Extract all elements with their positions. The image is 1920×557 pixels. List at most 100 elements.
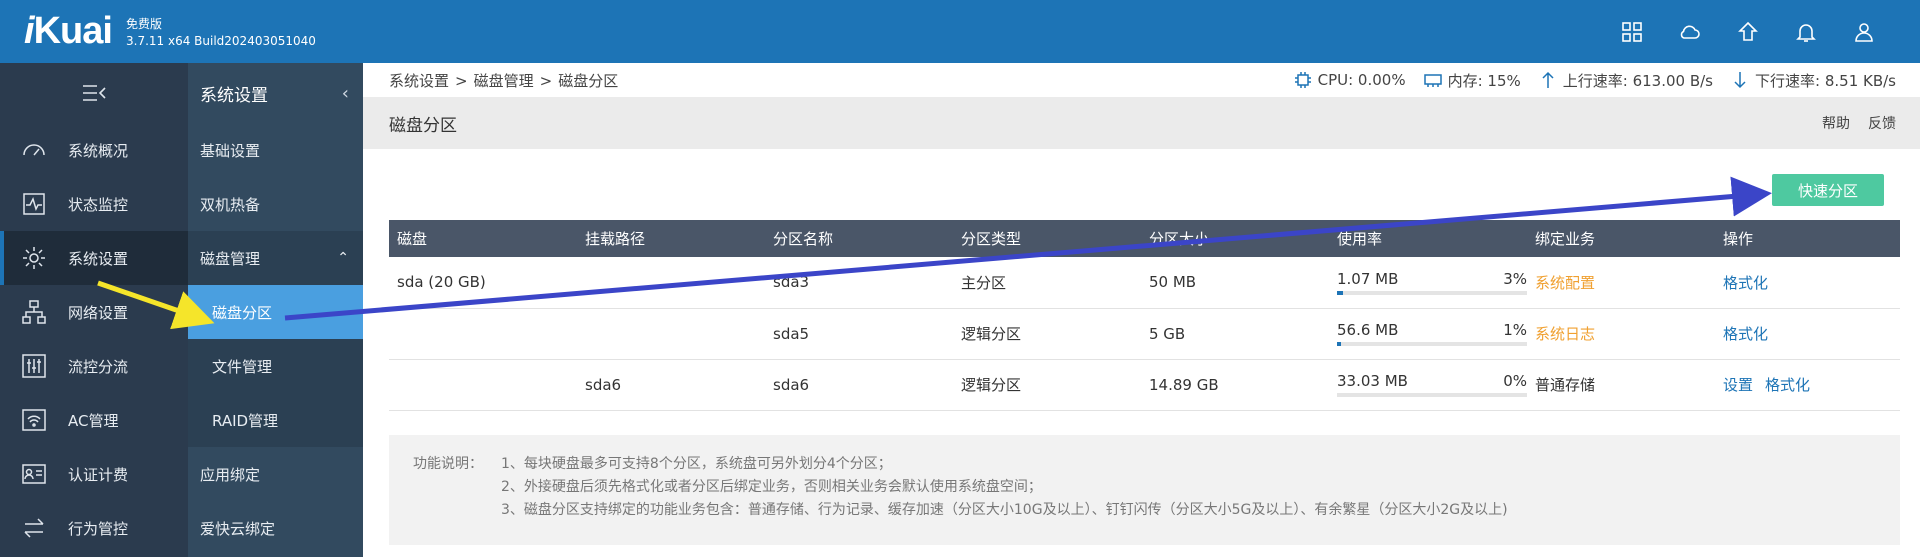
function-notes: 功能说明： 1、每块硬盘最多可支持8个分区，系统盘可另外划分4个分区； 2、外接…: [389, 435, 1900, 545]
usage-bar: [1337, 290, 1527, 295]
subnav-disk[interactable]: 磁盘管理 ⌃: [188, 231, 363, 285]
subnav-file-manage[interactable]: 文件管理: [188, 339, 363, 393]
nav-label: 流控分流: [68, 357, 129, 376]
table-row: sda (20 GB) sda3 主分区 50 MB 1.07 MB 3% 系统配…: [389, 257, 1900, 308]
usage-cell: 33.03 MB 0%: [1329, 359, 1527, 410]
cpu-stat: CPU: 0.00%: [1294, 71, 1406, 89]
notes-label: 功能说明：: [413, 456, 483, 472]
top-header: iKuai 免费版 3.7.11 x64 Build202403051040: [0, 0, 1920, 63]
wifi-icon: [0, 407, 68, 433]
nav-label: 认证计费: [68, 465, 129, 484]
nav-item-auth[interactable]: 认证计费: [0, 447, 188, 501]
nav-item-behavior[interactable]: 行为管控: [0, 501, 188, 555]
id-card-icon: [0, 461, 68, 487]
nav-label: 系统设置: [68, 249, 129, 268]
memory-stat: 内存: 15%: [1423, 70, 1521, 91]
partition-table: 磁盘 挂载路径 分区名称 分区类型 分区大小 使用率 绑定业务 操作 sda (…: [389, 220, 1900, 411]
nav-item-flow-control[interactable]: 流控分流: [0, 339, 188, 393]
breadcrumb: 系统设置 > 磁盘管理 > 磁盘分区: [389, 71, 619, 90]
usage-fill: [1337, 290, 1343, 295]
swap-icon: [0, 515, 68, 541]
format-link[interactable]: 格式化: [1723, 325, 1768, 343]
nav-item-monitor[interactable]: 状态监控: [0, 177, 188, 231]
network-icon: [0, 299, 68, 325]
format-link[interactable]: 格式化: [1723, 274, 1768, 292]
menu-collapse-icon[interactable]: [0, 63, 188, 123]
col-service: 绑定业务: [1535, 230, 1596, 248]
usage-fill: [1337, 342, 1341, 346]
subnav-cloud-bind[interactable]: 爱快云绑定: [188, 501, 363, 555]
secondary-nav: 系统设置 ‹ 基础设置 双机热备 磁盘管理 ⌃ 磁盘分区 文件管理 RAID管理 …: [188, 63, 363, 557]
nav-label: 网络设置: [68, 303, 129, 322]
nav-item-system-settings[interactable]: 系统设置: [0, 231, 188, 285]
upload-stat: 上行速率: 613.00 B/s: [1539, 70, 1713, 91]
nav-item-ac[interactable]: AC管理: [0, 393, 188, 447]
nav-label: 行为管控: [68, 519, 129, 538]
cpu-icon: [1294, 72, 1311, 88]
table-header: 磁盘 挂载路径 分区名称 分区类型 分区大小 使用率 绑定业务 操作: [389, 220, 1900, 257]
edition-label: 免费版: [126, 17, 163, 31]
subnav-ha[interactable]: 双机热备: [188, 177, 363, 231]
note-line: 1、每块硬盘最多可支持8个分区，系统盘可另外划分4个分区；: [501, 456, 892, 472]
gear-icon: [0, 245, 68, 271]
usage-bar: [1337, 393, 1527, 397]
format-link[interactable]: 格式化: [1765, 376, 1810, 394]
col-size: 分区大小: [1149, 230, 1210, 248]
note-line: 2、外接硬盘后须先格式化或者分区后绑定业务，否则相关业务会默认使用系统盘空间；: [501, 479, 1042, 495]
page-title-bar: 磁盘分区 帮助 反馈: [363, 97, 1920, 149]
subnav-basic[interactable]: 基础设置: [188, 123, 363, 177]
service-label: 系统日志: [1535, 325, 1596, 343]
nav-label: 系统概况: [68, 141, 129, 160]
col-type: 分区类型: [961, 230, 1022, 248]
secondary-nav-header: 系统设置 ‹: [188, 63, 363, 123]
apps-icon[interactable]: [1616, 16, 1648, 48]
col-ops: 操作: [1723, 230, 1754, 248]
arrow-up-icon: [1542, 71, 1554, 88]
usage-bar: [1337, 342, 1527, 346]
subnav-app-bind[interactable]: 应用绑定: [188, 447, 363, 501]
service-label: 普通存储: [1535, 376, 1596, 394]
nav-label: AC管理: [68, 411, 119, 430]
user-icon[interactable]: [1848, 16, 1880, 48]
help-link[interactable]: 帮助: [1822, 113, 1850, 133]
chevron-left-icon[interactable]: ‹: [342, 83, 349, 104]
quick-partition-button[interactable]: 快速分区: [1772, 174, 1884, 206]
settings-link[interactable]: 设置: [1723, 376, 1753, 394]
col-mount: 挂载路径: [585, 230, 646, 248]
table-row: sda6 sda6 逻辑分区 14.89 GB 33.03 MB 0% 普通存储 …: [389, 359, 1900, 410]
ikuai-logo[interactable]: iKuai: [24, 10, 113, 53]
version-label: 3.7.11 x64 Build202403051040: [126, 34, 316, 48]
home-icon[interactable]: [1732, 16, 1764, 48]
usage-cell: 1.07 MB 3%: [1329, 257, 1527, 308]
subnav-raid[interactable]: RAID管理: [188, 393, 363, 447]
monitor-icon: [0, 191, 68, 217]
breadcrumb-item[interactable]: 系统设置: [389, 72, 449, 90]
page-title: 磁盘分区: [389, 115, 457, 136]
status-bar: 系统设置 > 磁盘管理 > 磁盘分区 CPU: 0.00% 内存: 15% 上行速率: …: [363, 63, 1920, 97]
main-content: 系统设置 > 磁盘管理 > 磁盘分区 CPU: 0.00% 内存: 15% 上行速率: …: [363, 63, 1920, 557]
breadcrumb-item: 磁盘分区: [558, 71, 619, 90]
version-info: 免费版 3.7.11 x64 Build202403051040: [126, 16, 316, 50]
feedback-link[interactable]: 反馈: [1868, 113, 1896, 133]
download-stat: 下行速率: 8.51 KB/s: [1731, 70, 1896, 91]
service-label: 系统配置: [1535, 273, 1596, 292]
secondary-nav-title: 系统设置: [200, 85, 268, 106]
note-line: 3、磁盘分区支持绑定的功能业务包含：普通存储、行为记录、缓存加速（分区大小10G…: [501, 502, 1508, 518]
nav-item-network[interactable]: 网络设置: [0, 285, 188, 339]
bell-icon[interactable]: [1790, 16, 1822, 48]
col-disk: 磁盘: [397, 230, 428, 248]
col-name: 分区名称: [773, 230, 834, 248]
cloud-icon[interactable]: [1674, 16, 1706, 48]
table-row: sda5 逻辑分区 5 GB 56.6 MB 1% 系统日志 格式化: [389, 308, 1900, 359]
sliders-icon: [0, 353, 68, 379]
chevron-up-icon: ⌃: [337, 250, 349, 266]
subnav-disk-partition[interactable]: 磁盘分区: [188, 285, 363, 339]
primary-nav: 系统概况 状态监控 系统设置 网络设置 流控分流 AC管理 认证计费 行为管控: [0, 63, 188, 557]
dashboard-icon: [0, 137, 68, 163]
breadcrumb-item[interactable]: 磁盘管理: [474, 72, 534, 90]
memory-icon: [1423, 74, 1442, 87]
nav-label: 状态监控: [68, 195, 129, 214]
nav-item-overview[interactable]: 系统概况: [0, 123, 188, 177]
col-usage: 使用率: [1337, 230, 1383, 248]
arrow-down-icon: [1734, 72, 1746, 89]
